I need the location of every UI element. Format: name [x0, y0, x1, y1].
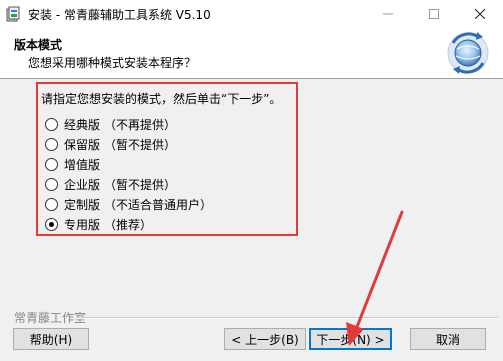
option-reserved-label: 保留版	[64, 137, 101, 152]
maximize-button[interactable]	[411, 0, 457, 28]
radio-reserved[interactable]	[45, 137, 58, 151]
installer-window: 安装 - 常青藤辅助工具系统 V5.10 版本模式 您想采用哪种模式安装本程序？	[0, 0, 503, 361]
radio-value-added[interactable]	[45, 157, 58, 171]
option-custom-label: 定制版	[64, 197, 101, 212]
radio-custom[interactable]	[45, 197, 58, 211]
option-enterprise-label: 企业版	[64, 177, 101, 192]
help-button[interactable]: 帮助(H)	[13, 328, 89, 350]
radio-classic[interactable]	[45, 117, 58, 131]
option-dedicated[interactable]: 专用版 （推荐）	[45, 216, 152, 232]
option-custom[interactable]: 定制版 （不适合普通用户）	[45, 196, 212, 212]
close-icon	[475, 9, 485, 19]
option-reserved[interactable]: 保留版 （暂不提供）	[45, 136, 176, 152]
footer-divider	[76, 317, 498, 319]
wizard-header: 版本模式 您想采用哪种模式安装本程序？	[0, 28, 503, 79]
radio-dedicated[interactable]	[45, 217, 58, 231]
cancel-button[interactable]: 取消	[410, 328, 486, 350]
installer-app-icon	[6, 6, 20, 22]
next-button[interactable]: 下一步(N) >	[309, 328, 392, 350]
option-custom-note: （不适合普通用户）	[104, 197, 213, 212]
option-value-added-label: 增值版	[64, 157, 101, 172]
option-enterprise[interactable]: 企业版 （暂不提供）	[45, 176, 176, 192]
option-dedicated-note: （推荐）	[104, 217, 153, 232]
instruction-text: 请指定您想安装的模式，然后单击“下一步”。	[41, 92, 282, 106]
option-classic-note: （不再提供）	[104, 117, 177, 132]
maximize-icon	[429, 9, 439, 19]
option-enterprise-note: （暂不提供）	[104, 177, 177, 192]
minimize-icon	[383, 13, 393, 15]
title-bar: 安装 - 常青藤辅助工具系统 V5.10	[0, 0, 503, 28]
radio-enterprise[interactable]	[45, 177, 58, 191]
close-button[interactable]	[457, 0, 503, 28]
page-subtitle: 您想采用哪种模式安装本程序？	[28, 56, 197, 70]
option-dedicated-label: 专用版	[64, 217, 101, 232]
option-classic-label: 经典版	[64, 117, 101, 132]
option-classic[interactable]: 经典版 （不再提供）	[45, 116, 176, 132]
minimize-button[interactable]	[365, 0, 411, 28]
page-title: 版本模式	[14, 38, 63, 52]
setup-globe-icon	[447, 32, 489, 74]
window-title: 安装 - 常青藤辅助工具系统 V5.10	[28, 8, 211, 22]
option-value-added[interactable]: 增值版	[45, 156, 104, 172]
back-button[interactable]: < 上一步(B)	[224, 328, 306, 350]
option-reserved-note: （暂不提供）	[104, 137, 177, 152]
